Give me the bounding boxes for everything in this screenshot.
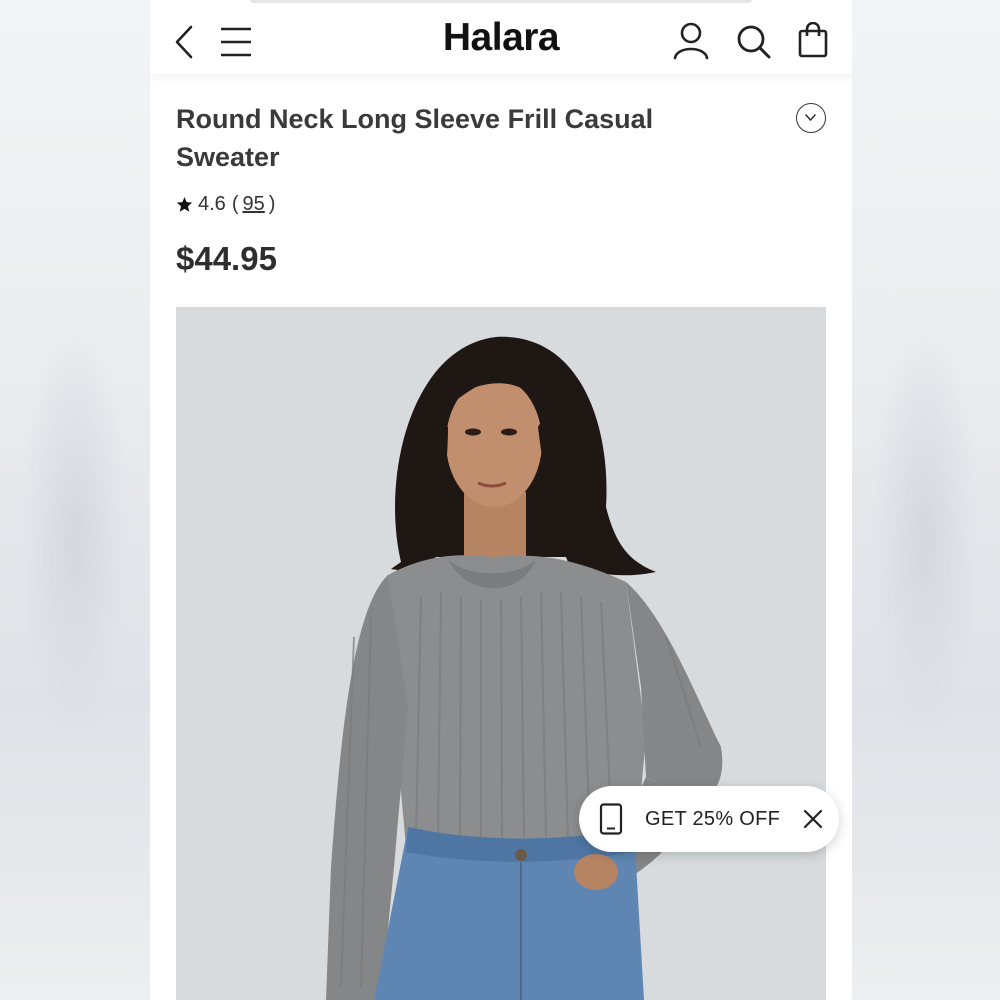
shopping-bag-icon[interactable] (798, 22, 828, 58)
backdrop-right (850, 0, 1000, 1000)
discount-promo-banner[interactable]: GET 25% OFF (579, 786, 839, 852)
close-icon[interactable] (802, 808, 824, 830)
phone-icon (599, 803, 623, 835)
backdrop-left (0, 0, 150, 1000)
rating-value: 4.6 (198, 192, 226, 215)
review-paren-open: ( (231, 192, 239, 215)
phone-screen: Halara Round Neck Long Sleeve Frill Casu… (150, 0, 852, 1000)
chevron-down-icon (805, 114, 816, 121)
product-price: $44.95 (176, 240, 277, 277)
promo-label[interactable]: GET 25% OFF (645, 808, 780, 831)
product-image[interactable] (176, 307, 826, 1000)
review-count-link[interactable]: 95 (242, 193, 264, 216)
star-icon (176, 196, 193, 212)
review-paren-close: ) (268, 192, 276, 215)
search-icon[interactable] (736, 24, 772, 60)
rating-row: 4.6 ( 95 ) (176, 191, 275, 217)
account-icon[interactable] (673, 22, 709, 60)
model-illustration (176, 307, 826, 1000)
product-title: Round Neck Long Sleeve Frill Casual Swea… (176, 104, 654, 172)
expand-details-button[interactable] (796, 103, 826, 133)
status-bar-edge (250, 0, 752, 3)
top-nav-bar: Halara (150, 0, 852, 74)
